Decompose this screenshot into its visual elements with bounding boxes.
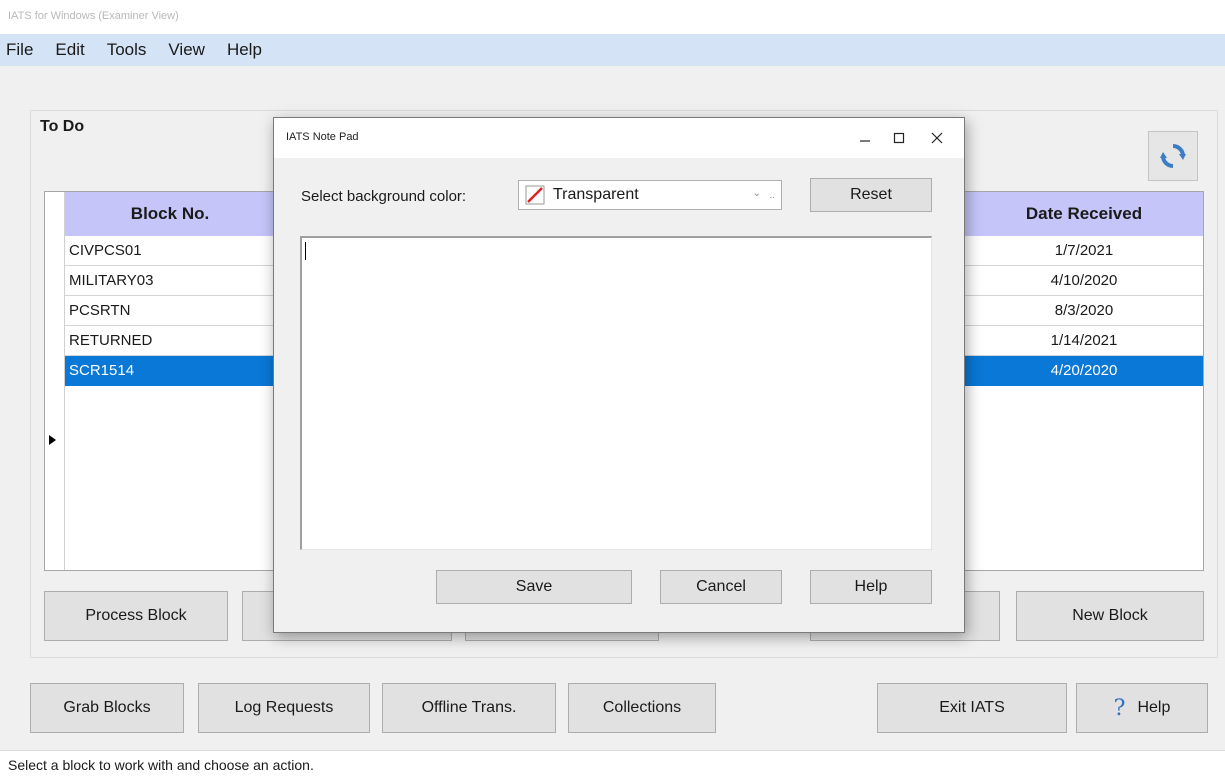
cell-block-no: MILITARY03 bbox=[69, 272, 154, 289]
menu-file[interactable]: File bbox=[6, 40, 33, 60]
dialog-title-bar: IATS Note Pad bbox=[274, 118, 964, 158]
background-color-value: Transparent bbox=[553, 186, 639, 203]
cell-date-received: 8/3/2020 bbox=[1054, 302, 1114, 319]
cell-date-received: 1/14/2021 bbox=[1050, 332, 1118, 349]
log-requests-button[interactable]: Log Requests bbox=[198, 683, 370, 733]
dialog-help-button[interactable]: Help bbox=[810, 570, 932, 604]
menu-bar: File Edit Tools View Help bbox=[0, 34, 1225, 66]
maximize-button[interactable] bbox=[886, 125, 912, 151]
refresh-icon bbox=[1160, 144, 1186, 168]
menu-edit[interactable]: Edit bbox=[55, 40, 84, 60]
menu-view[interactable]: View bbox=[168, 40, 205, 60]
refresh-button[interactable] bbox=[1148, 131, 1198, 181]
cancel-button[interactable]: Cancel bbox=[660, 570, 782, 604]
close-icon bbox=[931, 132, 943, 144]
cell-block-no: CIVPCS01 bbox=[69, 242, 142, 259]
save-button[interactable]: Save bbox=[436, 570, 632, 604]
close-button[interactable] bbox=[924, 125, 950, 151]
background-color-select[interactable]: Transparent ⌄ .. bbox=[518, 180, 782, 210]
cell-block-no: PCSRTN bbox=[69, 302, 131, 319]
maximize-icon bbox=[893, 132, 905, 144]
menu-tools[interactable]: Tools bbox=[107, 40, 147, 60]
note-text-area[interactable] bbox=[300, 236, 932, 550]
row-selector-column bbox=[45, 192, 65, 570]
cell-block-no: SCR1514 bbox=[69, 362, 135, 379]
minimize-icon bbox=[860, 140, 870, 142]
help-question-icon: ? bbox=[1113, 695, 1126, 721]
text-caret bbox=[305, 242, 306, 260]
process-block-button[interactable]: Process Block bbox=[44, 591, 228, 641]
column-header-block-no[interactable]: Block No. bbox=[65, 192, 275, 236]
exit-iats-button[interactable]: Exit IATS bbox=[877, 683, 1067, 733]
cell-date-received: 4/20/2020 bbox=[1050, 362, 1118, 379]
cell-date-received: 4/10/2020 bbox=[1050, 272, 1118, 289]
column-header-date-received[interactable]: Date Received bbox=[965, 192, 1203, 236]
current-row-arrow-icon bbox=[49, 435, 56, 445]
more-options-icon: .. bbox=[769, 190, 775, 201]
transparent-color-swatch-icon bbox=[525, 185, 545, 205]
status-bar: Select a block to work with and choose a… bbox=[0, 750, 1225, 778]
cell-block-no: RETURNED bbox=[69, 332, 153, 349]
offline-trans-button[interactable]: Offline Trans. bbox=[382, 683, 556, 733]
menu-help[interactable]: Help bbox=[227, 40, 262, 60]
chevron-down-icon: ⌄ bbox=[752, 188, 761, 199]
help-button-label: Help bbox=[1137, 699, 1171, 716]
todo-label: To Do bbox=[40, 118, 85, 135]
reset-button[interactable]: Reset bbox=[810, 178, 932, 212]
collections-button[interactable]: Collections bbox=[568, 683, 716, 733]
app-title-bar: IATS for Windows (Examiner View) bbox=[0, 0, 1225, 34]
background-color-label: Select background color: bbox=[301, 188, 467, 205]
minimize-button[interactable] bbox=[852, 125, 878, 151]
grab-blocks-button[interactable]: Grab Blocks bbox=[30, 683, 184, 733]
note-pad-dialog: IATS Note Pad Select background color: T… bbox=[273, 117, 965, 633]
help-button[interactable]: ? Help bbox=[1076, 683, 1208, 733]
cell-date-received: 1/7/2021 bbox=[1054, 242, 1114, 259]
new-block-button[interactable]: New Block bbox=[1016, 591, 1204, 641]
dialog-title: IATS Note Pad bbox=[286, 131, 359, 143]
